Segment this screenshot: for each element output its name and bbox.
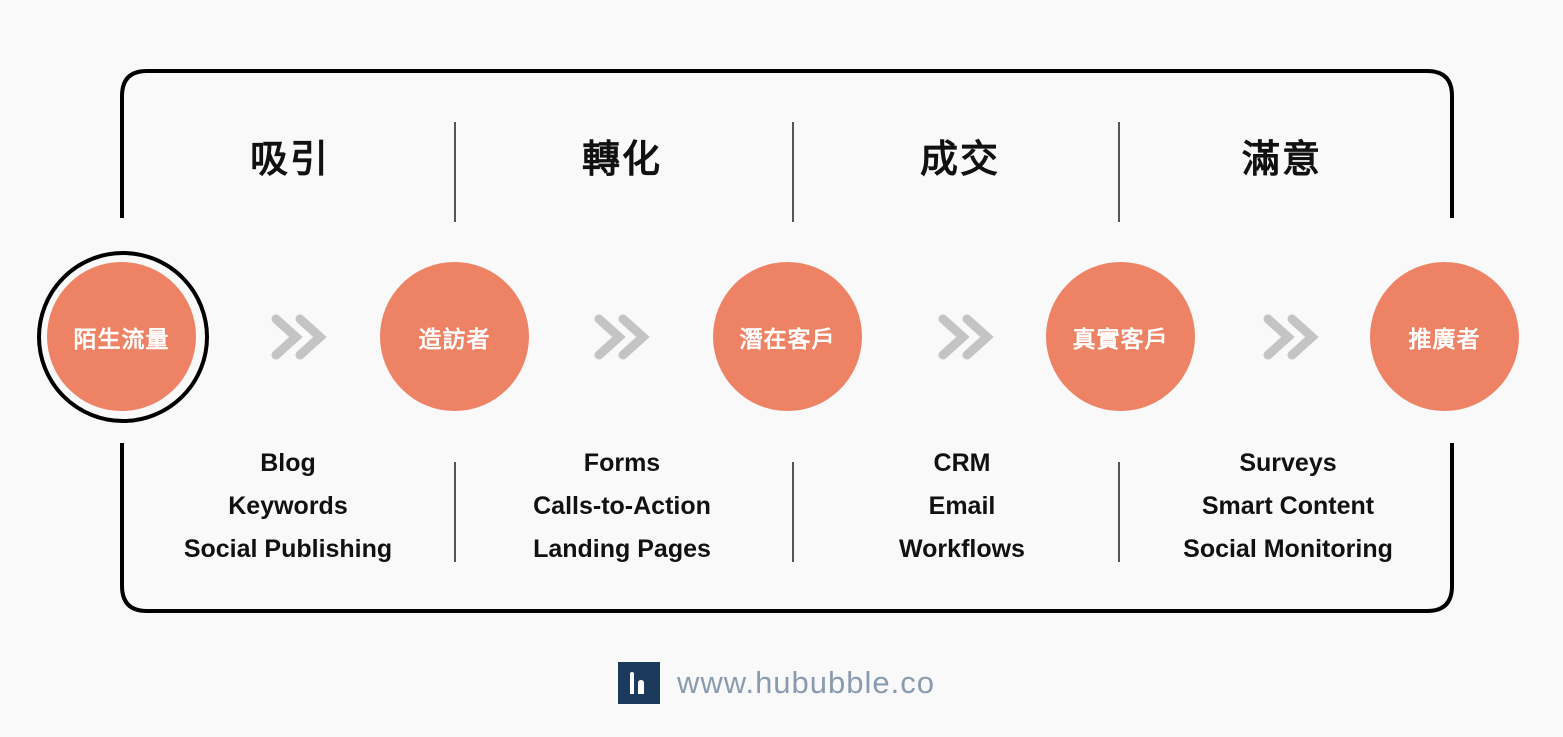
tools-convert: Forms Calls-to-Action Landing Pages [462,442,782,571]
tool-item: Landing Pages [533,535,711,563]
footer: www.hububble.co [618,662,935,704]
node-label: 造訪者 [418,326,491,353]
tool-item: Smart Content [1201,492,1375,520]
stage-title-close: 成交 [919,137,1000,181]
double-chevron-right-icon [1263,314,1319,360]
double-chevron-right-icon [271,314,327,360]
node-strangers: 陌生流量 [47,262,196,411]
tools-attract: Blog Keywords Social Publishing [128,442,448,571]
tool-item: Workflows [899,535,1025,563]
tool-item: CRM [933,449,991,477]
website-link[interactable]: www.hububble.co [677,665,935,701]
node-promoters: 推廣者 [1370,262,1519,411]
tool-item: Blog [260,449,316,477]
node-label: 推廣者 [1408,326,1481,353]
divider-top-1 [454,122,456,222]
tools-delight: Surveys Smart Content Social Monitoring [1128,442,1448,571]
tool-item: Keywords [228,492,348,520]
double-chevron-right-icon [594,314,650,360]
double-chevron-right-icon [938,314,994,360]
tools-close: CRM Email Workflows [802,442,1122,571]
tool-item: Forms [583,449,661,477]
divider-bottom-2 [792,462,794,562]
node-label: 潛在客戶 [739,326,836,353]
node-leads: 潛在客戶 [713,262,862,411]
divider-bottom-1 [454,462,456,562]
stage-title-attract: 吸引 [249,137,330,181]
tool-item: Email [928,492,996,520]
node-label: 陌生流量 [73,326,170,353]
divider-top-3 [1118,122,1120,222]
divider-top-2 [792,122,794,222]
hububble-logo-icon [618,662,660,704]
tool-item: Social Publishing [183,535,393,563]
node-label: 真實客戶 [1072,326,1169,353]
stage-title-delight: 滿意 [1241,137,1322,181]
tool-item: Surveys [1239,449,1337,477]
node-customers: 真實客戶 [1046,262,1195,411]
tool-item: Calls-to-Action [533,492,711,520]
tool-item: Social Monitoring [1183,535,1393,563]
stage-title-convert: 轉化 [581,137,662,181]
node-visitors: 造訪者 [380,262,529,411]
